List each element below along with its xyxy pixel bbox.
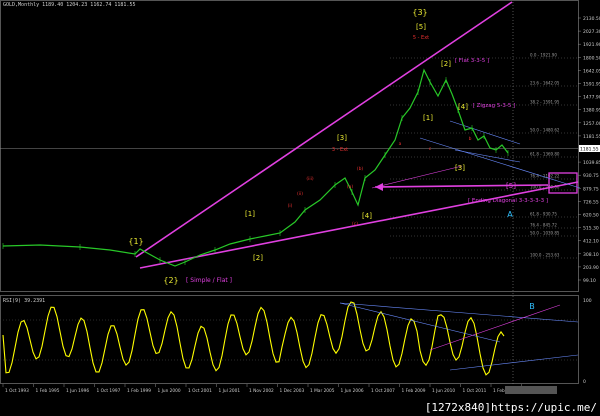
price-tick-label: 620.50 [583, 213, 599, 219]
wave-1a-label: [1] [245, 210, 255, 218]
time-tick-label: 1 Jun 2010 [432, 388, 455, 394]
fib-label: 38.2 - 1591.95 [530, 100, 560, 105]
rsi-panel [0, 295, 579, 384]
fib-label: 61.8 - 1369.80 [530, 152, 560, 157]
time-tick-label: 1 Feb 1995 [36, 388, 60, 394]
price-tick-label: 1642.05 [583, 68, 600, 74]
simple-flat-label: [ Simple / Flat ] [186, 277, 232, 284]
fib-label: 100.0 - 253.63 [530, 253, 560, 258]
watermark: [1272x840]https://upic.me/ [424, 401, 597, 414]
price-tick-label: 1591.95 [583, 82, 600, 88]
price-tick-label: 1039.85 [583, 160, 600, 166]
fib-label: 50.0 - 1039.85 [530, 231, 560, 236]
fib-label: 23.6 - 1642.05 [530, 81, 560, 86]
wave-2a-label: [2] [253, 254, 263, 262]
wave-4c-label: [4] [362, 212, 372, 220]
wave-1b-label: [1] [423, 114, 433, 122]
minor-wave-label: (c) [352, 221, 358, 227]
fib-label: 61.8 - 930.75 [530, 212, 557, 217]
current-price-label: 1181.55 [580, 147, 599, 153]
time-tick-label: 1 Jun 2006 [341, 388, 364, 394]
wave-3-ext-label: 3 - Ext [332, 147, 348, 153]
time-tick-label: 1 Jul 2001 [219, 388, 241, 394]
price-chart[interactable]: 2130.50 2027.30 1921.90 1800.50 1642.05 1591.… [0, 0, 600, 416]
time-cursor-box [505, 386, 557, 394]
minor-wave-label: (ii) [297, 191, 303, 197]
price-tick-label: 1181.55 [583, 134, 600, 140]
time-tick-label: 1 Jun 1996 [66, 388, 89, 394]
wave-3b-label: [3] [337, 134, 347, 142]
wave-5-label: [5] [416, 23, 426, 31]
symbol-name: GOLD,Monthly [3, 2, 40, 8]
ending-diagonal-label: [ Ending Diagonal 3-3-3-3-3 ] [468, 198, 548, 204]
time-tick-label: 1 Dec 2003 [280, 388, 305, 394]
price-tick-label: 515.30 [583, 226, 599, 232]
time-tick-label: 1 Feb 1999 [127, 388, 151, 394]
price-tick-label: 1380.95 [583, 108, 600, 114]
time-tick-label: 1 Oct 2007 [371, 388, 395, 394]
price-tick-label: 930.75 [583, 173, 599, 179]
price-tick-label: 308.10 [583, 252, 599, 258]
minor-wave-label: (i) [288, 203, 293, 209]
wave-2-label: {2} [163, 276, 178, 285]
time-tick-label: 1 Jun 2000 [158, 388, 181, 394]
ohlc-values: 1189.40 1204.23 1162.74 1181.55 [42, 2, 136, 8]
flat-label: [ Flat 3-3-5 ] [455, 58, 489, 64]
minor-wave-label: (b) [357, 166, 364, 172]
time-tick-label: 1 Feb 2009 [402, 388, 426, 394]
time-tick-label: 1 Oct 2011 [463, 388, 487, 394]
price-tick-label: 203.90 [583, 265, 599, 271]
wave-3-top-label: {3} [412, 8, 427, 17]
minor-wave-label: (a) [347, 184, 354, 190]
minor-wave-label: b [469, 136, 472, 142]
beta-marker: B [529, 302, 535, 311]
wave-3c-label: [3] [455, 164, 465, 172]
wave-1-label: {1} [128, 237, 143, 246]
price-tick-label: 1800.50 [583, 55, 600, 61]
price-tick-label: 2027.30 [583, 29, 600, 35]
price-tick-label: 412.10 [583, 239, 599, 245]
time-tick-label: 1 Oct 1993 [5, 388, 29, 394]
zigzag-label: [ Zigzag 5-3-5 ] [473, 103, 516, 109]
symbol-header: GOLD,Monthly 1189.40 1204.23 1162.74 118… [3, 2, 135, 8]
price-tick-label: 99.10 [583, 278, 596, 284]
minor-wave-label: (iii) [306, 176, 314, 182]
fib-label: 76.4 - 845.72 [530, 223, 557, 228]
wave-2-label: [2] [441, 60, 451, 68]
time-tick-label: 1 Oct 1997 [97, 388, 121, 394]
fib-label: 76.4 - 1192.22 [530, 174, 560, 179]
price-tick-label: 1921.90 [583, 42, 600, 48]
time-tick-label: 1 Mar 2005 [310, 388, 335, 394]
price-tick-label: 726.55 [583, 199, 599, 205]
price-tick-label: 879.75 [583, 186, 599, 192]
fib-label: 0.0 - 1921.90 [530, 53, 557, 58]
wave-5-ext-label: 5 - Ext [413, 35, 429, 41]
rsi-label: RSI(9) 39.2391 [3, 298, 46, 304]
wave-5c-label: [5] [506, 182, 516, 190]
price-tick-label: 2130.50 [583, 16, 600, 22]
price-tick-label: 1477.90 [583, 95, 600, 101]
time-tick-label: 1 Oct 2001 [188, 388, 212, 394]
rsi-tick-label: 100 [583, 298, 592, 304]
price-tick-label: 1257.00 [583, 121, 600, 127]
fib-label: 50.0 - 1480.62 [530, 128, 560, 133]
rsi-tick-label: 0 [583, 379, 586, 385]
wave-4-label: [4] [458, 103, 468, 111]
time-tick-label: 1 Nov 2002 [249, 388, 274, 394]
minor-wave-label: a [399, 142, 402, 147]
rsi-axis: 100 0 [583, 298, 592, 385]
alpha-marker: A [507, 210, 513, 219]
price-axis: 2130.50 2027.30 1921.90 1800.50 1642.05 1591.… [578, 16, 600, 284]
time-axis: 1 Oct 1993 1 Feb 1995 1 Jun 1996 1 Oct 1997… [2, 384, 557, 394]
